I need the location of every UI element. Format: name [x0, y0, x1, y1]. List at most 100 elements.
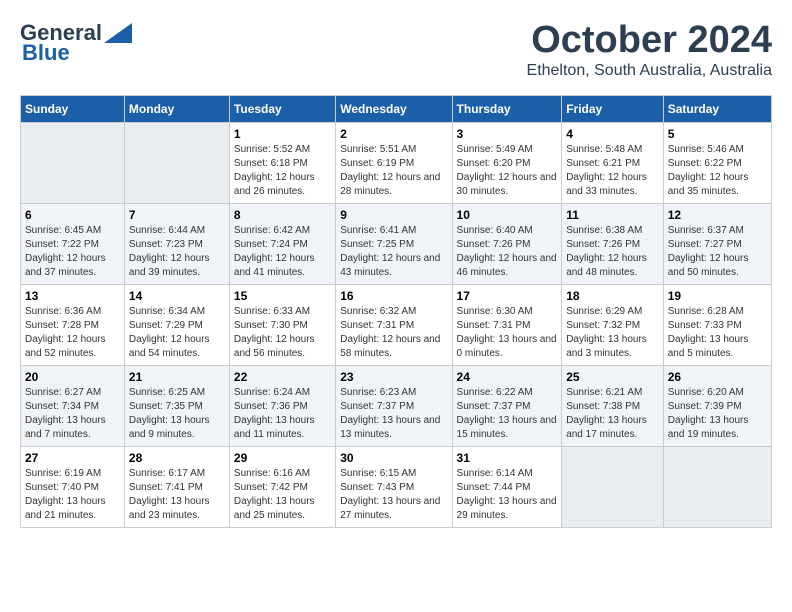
- day-number: 22: [234, 370, 331, 384]
- sunset-text: Sunset: 7:40 PM: [25, 482, 99, 493]
- sunset-text: Sunset: 7:31 PM: [457, 320, 531, 331]
- day-number: 20: [25, 370, 120, 384]
- logo-blue: Blue: [22, 40, 70, 66]
- day-info: Sunrise: 6:25 AM Sunset: 7:35 PM Dayligh…: [129, 386, 225, 442]
- day-info: Sunrise: 6:32 AM Sunset: 7:31 PM Dayligh…: [340, 305, 447, 361]
- sunrise-text: Sunrise: 5:52 AM: [234, 144, 310, 155]
- day-number: 6: [25, 208, 120, 222]
- daylight-text: Daylight: 12 hours and 50 minutes.: [668, 253, 749, 278]
- sunrise-text: Sunrise: 6:20 AM: [668, 387, 744, 398]
- sunset-text: Sunset: 7:42 PM: [234, 482, 308, 493]
- calendar-cell: 6 Sunrise: 6:45 AM Sunset: 7:22 PM Dayli…: [21, 203, 125, 284]
- sunrise-text: Sunrise: 6:36 AM: [25, 306, 101, 317]
- location-title: Ethelton, South Australia, Australia: [527, 62, 772, 80]
- day-info: Sunrise: 5:49 AM Sunset: 6:20 PM Dayligh…: [457, 143, 558, 199]
- sunset-text: Sunset: 7:26 PM: [457, 239, 531, 250]
- sunset-text: Sunset: 7:35 PM: [129, 401, 203, 412]
- day-number: 14: [129, 289, 225, 303]
- sunrise-text: Sunrise: 6:38 AM: [566, 225, 642, 236]
- calendar-cell: [124, 122, 229, 203]
- daylight-text: Daylight: 13 hours and 7 minutes.: [25, 415, 106, 440]
- sunrise-text: Sunrise: 6:42 AM: [234, 225, 310, 236]
- calendar-week-row: 13 Sunrise: 6:36 AM Sunset: 7:28 PM Dayl…: [21, 284, 772, 365]
- sunset-text: Sunset: 7:34 PM: [25, 401, 99, 412]
- calendar-cell: 9 Sunrise: 6:41 AM Sunset: 7:25 PM Dayli…: [336, 203, 452, 284]
- daylight-text: Daylight: 12 hours and 35 minutes.: [668, 172, 749, 197]
- day-info: Sunrise: 6:17 AM Sunset: 7:41 PM Dayligh…: [129, 467, 225, 523]
- calendar-cell: 1 Sunrise: 5:52 AM Sunset: 6:18 PM Dayli…: [229, 122, 335, 203]
- sunrise-text: Sunrise: 6:14 AM: [457, 468, 533, 479]
- day-number: 26: [668, 370, 767, 384]
- day-number: 1: [234, 127, 331, 141]
- day-info: Sunrise: 6:45 AM Sunset: 7:22 PM Dayligh…: [25, 224, 120, 280]
- sunrise-text: Sunrise: 6:41 AM: [340, 225, 416, 236]
- daylight-text: Daylight: 13 hours and 5 minutes.: [668, 334, 749, 359]
- calendar-cell: 29 Sunrise: 6:16 AM Sunset: 7:42 PM Dayl…: [229, 446, 335, 527]
- day-info: Sunrise: 6:23 AM Sunset: 7:37 PM Dayligh…: [340, 386, 447, 442]
- daylight-text: Daylight: 12 hours and 37 minutes.: [25, 253, 106, 278]
- daylight-text: Daylight: 12 hours and 52 minutes.: [25, 334, 106, 359]
- calendar-table: SundayMondayTuesdayWednesdayThursdayFrid…: [20, 95, 772, 528]
- day-info: Sunrise: 6:22 AM Sunset: 7:37 PM Dayligh…: [457, 386, 558, 442]
- sunrise-text: Sunrise: 6:23 AM: [340, 387, 416, 398]
- calendar-week-row: 27 Sunrise: 6:19 AM Sunset: 7:40 PM Dayl…: [21, 446, 772, 527]
- day-info: Sunrise: 5:46 AM Sunset: 6:22 PM Dayligh…: [668, 143, 767, 199]
- sunset-text: Sunset: 7:38 PM: [566, 401, 640, 412]
- sunrise-text: Sunrise: 6:33 AM: [234, 306, 310, 317]
- daylight-text: Daylight: 13 hours and 17 minutes.: [566, 415, 647, 440]
- day-number: 9: [340, 208, 447, 222]
- calendar-cell: 31 Sunrise: 6:14 AM Sunset: 7:44 PM Dayl…: [452, 446, 562, 527]
- day-of-week-header: Tuesday: [229, 95, 335, 122]
- sunrise-text: Sunrise: 6:44 AM: [129, 225, 205, 236]
- calendar-cell: 26 Sunrise: 6:20 AM Sunset: 7:39 PM Dayl…: [663, 365, 771, 446]
- sunrise-text: Sunrise: 6:17 AM: [129, 468, 205, 479]
- day-info: Sunrise: 6:30 AM Sunset: 7:31 PM Dayligh…: [457, 305, 558, 361]
- calendar-week-row: 1 Sunrise: 5:52 AM Sunset: 6:18 PM Dayli…: [21, 122, 772, 203]
- day-number: 15: [234, 289, 331, 303]
- calendar-cell: 30 Sunrise: 6:15 AM Sunset: 7:43 PM Dayl…: [336, 446, 452, 527]
- calendar-cell: 20 Sunrise: 6:27 AM Sunset: 7:34 PM Dayl…: [21, 365, 125, 446]
- sunset-text: Sunset: 6:21 PM: [566, 158, 640, 169]
- day-info: Sunrise: 6:20 AM Sunset: 7:39 PM Dayligh…: [668, 386, 767, 442]
- day-info: Sunrise: 6:38 AM Sunset: 7:26 PM Dayligh…: [566, 224, 659, 280]
- daylight-text: Daylight: 12 hours and 26 minutes.: [234, 172, 315, 197]
- header-row: SundayMondayTuesdayWednesdayThursdayFrid…: [21, 95, 772, 122]
- sunrise-text: Sunrise: 5:48 AM: [566, 144, 642, 155]
- calendar-cell: 10 Sunrise: 6:40 AM Sunset: 7:26 PM Dayl…: [452, 203, 562, 284]
- logo-icon: [104, 23, 132, 43]
- sunset-text: Sunset: 7:24 PM: [234, 239, 308, 250]
- sunset-text: Sunset: 7:41 PM: [129, 482, 203, 493]
- day-info: Sunrise: 6:40 AM Sunset: 7:26 PM Dayligh…: [457, 224, 558, 280]
- daylight-text: Daylight: 13 hours and 3 minutes.: [566, 334, 647, 359]
- sunrise-text: Sunrise: 6:15 AM: [340, 468, 416, 479]
- day-number: 21: [129, 370, 225, 384]
- day-number: 11: [566, 208, 659, 222]
- sunset-text: Sunset: 7:44 PM: [457, 482, 531, 493]
- sunrise-text: Sunrise: 6:21 AM: [566, 387, 642, 398]
- sunset-text: Sunset: 7:31 PM: [340, 320, 414, 331]
- day-number: 28: [129, 451, 225, 465]
- calendar-cell: 28 Sunrise: 6:17 AM Sunset: 7:41 PM Dayl…: [124, 446, 229, 527]
- day-info: Sunrise: 6:41 AM Sunset: 7:25 PM Dayligh…: [340, 224, 447, 280]
- day-info: Sunrise: 6:44 AM Sunset: 7:23 PM Dayligh…: [129, 224, 225, 280]
- daylight-text: Daylight: 12 hours and 41 minutes.: [234, 253, 315, 278]
- sunrise-text: Sunrise: 6:27 AM: [25, 387, 101, 398]
- sunrise-text: Sunrise: 5:46 AM: [668, 144, 744, 155]
- sunset-text: Sunset: 6:22 PM: [668, 158, 742, 169]
- sunrise-text: Sunrise: 6:16 AM: [234, 468, 310, 479]
- sunset-text: Sunset: 7:37 PM: [340, 401, 414, 412]
- sunset-text: Sunset: 7:30 PM: [234, 320, 308, 331]
- sunset-text: Sunset: 7:22 PM: [25, 239, 99, 250]
- sunrise-text: Sunrise: 6:28 AM: [668, 306, 744, 317]
- day-info: Sunrise: 5:48 AM Sunset: 6:21 PM Dayligh…: [566, 143, 659, 199]
- daylight-text: Daylight: 12 hours and 48 minutes.: [566, 253, 647, 278]
- day-info: Sunrise: 6:37 AM Sunset: 7:27 PM Dayligh…: [668, 224, 767, 280]
- day-info: Sunrise: 6:21 AM Sunset: 7:38 PM Dayligh…: [566, 386, 659, 442]
- sunset-text: Sunset: 7:26 PM: [566, 239, 640, 250]
- sunrise-text: Sunrise: 5:51 AM: [340, 144, 416, 155]
- sunrise-text: Sunrise: 6:30 AM: [457, 306, 533, 317]
- calendar-cell: 11 Sunrise: 6:38 AM Sunset: 7:26 PM Dayl…: [562, 203, 664, 284]
- calendar-cell: 2 Sunrise: 5:51 AM Sunset: 6:19 PM Dayli…: [336, 122, 452, 203]
- day-of-week-header: Monday: [124, 95, 229, 122]
- day-info: Sunrise: 5:52 AM Sunset: 6:18 PM Dayligh…: [234, 143, 331, 199]
